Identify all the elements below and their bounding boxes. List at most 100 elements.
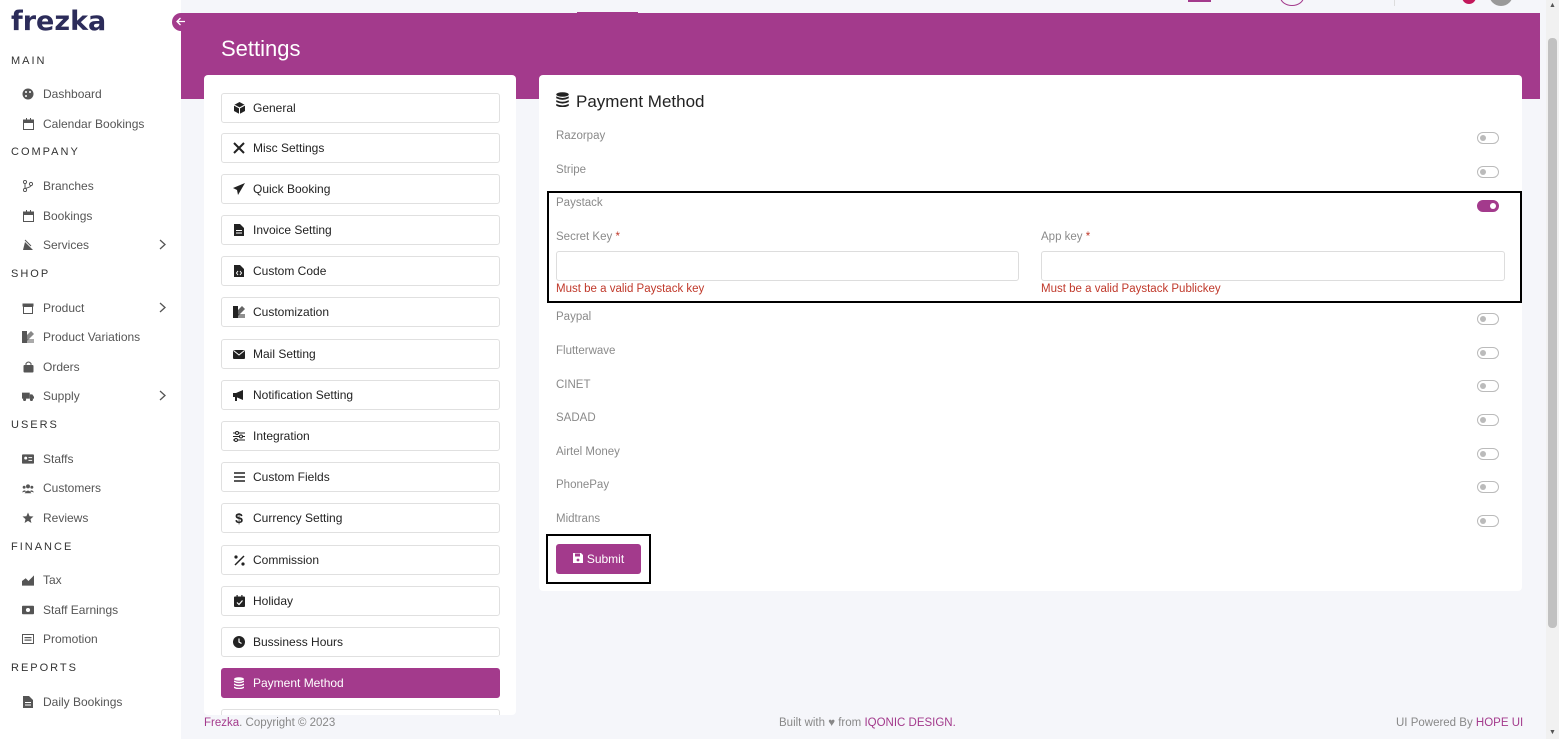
razorpay-label: Razorpay: [556, 130, 606, 142]
settings-menu-custom-fields[interactable]: Custom Fields: [221, 462, 500, 492]
coins-icon: [233, 677, 245, 689]
scrollbar-thumb[interactable]: [1548, 38, 1557, 628]
footer-built-text: Built with ♥ from: [779, 717, 865, 729]
cube-icon: [233, 102, 245, 114]
secret-key-error: Must be a valid Paystack key: [556, 283, 705, 295]
settings-menu-integration[interactable]: Integration: [221, 421, 500, 451]
sidebar-item-label: Bookings: [43, 209, 93, 223]
footer-powered-text: UI Powered By: [1396, 717, 1476, 729]
cinet-label: CINET: [556, 379, 591, 391]
sidebar-item-label: Dashboard: [43, 87, 102, 101]
page-title: Settings: [221, 36, 301, 61]
cinet-toggle[interactable]: [1477, 380, 1499, 392]
settings-menu-bussiness-hours[interactable]: Bussiness Hours: [221, 627, 500, 657]
submit-button[interactable]: Submit: [556, 544, 641, 574]
sidebar-item-staff-earnings[interactable]: Staff Earnings: [22, 600, 162, 620]
services-icon: [22, 239, 34, 251]
menu-label: Custom Code: [253, 264, 327, 278]
menu-label: Custom Fields: [253, 470, 330, 484]
paypal-label: Paypal: [556, 311, 592, 323]
sidebar-item-label: Product: [43, 301, 85, 315]
settings-menu-invoice-setting[interactable]: Invoice Setting: [221, 215, 500, 245]
settings-menu-notification-setting[interactable]: Notification Setting: [221, 380, 500, 410]
branch-icon: [22, 180, 34, 192]
sidebar-collapse-button[interactable]: [172, 13, 190, 31]
topbar-circle-icon[interactable]: [1280, 0, 1304, 6]
sidebar-item-services[interactable]: Services: [22, 235, 166, 255]
coins-icon: [555, 92, 570, 112]
stripe-toggle[interactable]: [1477, 166, 1499, 178]
sidebar-item-staffs[interactable]: Staffs: [22, 449, 162, 469]
avatar[interactable]: [1489, 0, 1513, 6]
page-scrollbar[interactable]: ▲ ▼: [1546, 0, 1559, 739]
settings-menu-misc-settings[interactable]: Misc Settings: [221, 133, 500, 163]
settings-menu-commission[interactable]: Commission: [221, 545, 500, 575]
menu-label: Quick Booking: [253, 182, 331, 196]
scroll-up-arrow-icon[interactable]: ▲: [1549, 2, 1556, 9]
sidebar-item-promotion[interactable]: Promotion: [22, 629, 162, 649]
sidebar-item-bookings[interactable]: Bookings: [22, 206, 162, 226]
calendar-icon: [22, 118, 34, 130]
sidebar-item-calendar-bookings[interactable]: Calendar Bookings: [22, 114, 162, 134]
sidebar-item-reviews[interactable]: Reviews: [22, 508, 162, 528]
footer-copyright: Frezka. Copyright © 2023: [204, 717, 335, 729]
app-key-input[interactable]: [1041, 251, 1505, 281]
sidebar-item-product[interactable]: Product: [22, 298, 166, 318]
app-logo[interactable]: frezka: [11, 6, 106, 37]
swatch-icon: [233, 306, 245, 318]
money-icon: [22, 604, 34, 616]
sidebar-item-label: Daily Bookings: [43, 695, 123, 709]
secret-key-input[interactable]: [556, 251, 1019, 281]
chevron-right-icon: [159, 239, 166, 253]
footer-iqonic-link[interactable]: IQONIC DESIGN.: [864, 717, 955, 729]
settings-menu-customization[interactable]: Customization: [221, 297, 500, 327]
menu-label: Mail Setting: [253, 347, 316, 361]
clock-icon: [233, 636, 245, 648]
scroll-down-arrow-icon[interactable]: ▼: [1549, 729, 1556, 736]
sidebar: frezka MAIN Dashboard Calendar Bookings …: [0, 0, 181, 739]
phonepay-toggle[interactable]: [1477, 481, 1499, 493]
settings-menu-currency-setting[interactable]: $ Currency Setting: [221, 503, 500, 533]
section-title-company: COMPANY: [11, 146, 80, 158]
settings-menu-custom-code[interactable]: Custom Code: [221, 256, 500, 286]
id-card-icon: [22, 453, 34, 465]
sidebar-item-label: Product Variations: [43, 330, 141, 344]
footer-brand-link[interactable]: Frezka: [204, 717, 239, 729]
flutterwave-toggle[interactable]: [1477, 347, 1499, 359]
stripe-label: Stripe: [556, 164, 587, 176]
settings-menu-holiday[interactable]: Holiday: [221, 586, 500, 616]
airtel-money-toggle[interactable]: [1477, 448, 1499, 460]
paypal-toggle[interactable]: [1477, 313, 1499, 325]
sidebar-item-product-variations[interactable]: Product Variations: [22, 327, 162, 347]
notification-badge[interactable]: [1462, 0, 1476, 4]
section-title-users: USERS: [11, 419, 59, 431]
footer-copyright-text: . Copyright © 2023: [239, 717, 336, 729]
settings-menu-next-partial[interactable]: [221, 709, 500, 715]
envelope-icon: [233, 348, 245, 360]
sidebar-item-daily-bookings[interactable]: Daily Bookings: [22, 692, 162, 712]
sidebar-item-dashboard[interactable]: Dashboard: [22, 84, 162, 104]
paystack-toggle[interactable]: [1477, 200, 1499, 212]
sidebar-item-supply[interactable]: Supply: [22, 386, 166, 406]
secret-key-label: Secret Key *: [556, 231, 620, 243]
flutterwave-label: Flutterwave: [556, 345, 616, 357]
settings-menu-mail-setting[interactable]: Mail Setting: [221, 339, 500, 369]
sidebar-item-label: Supply: [43, 389, 80, 403]
footer-hopeui-link[interactable]: HOPE UI: [1476, 717, 1523, 729]
menu-label: Misc Settings: [253, 141, 325, 155]
topbar-divider: [1394, 0, 1395, 6]
sidebar-item-orders[interactable]: Orders: [22, 357, 162, 377]
paper-plane-icon: [233, 183, 245, 195]
sidebar-item-customers[interactable]: Customers: [22, 478, 162, 498]
sidebar-item-label: Tax: [43, 573, 62, 587]
midtrans-toggle[interactable]: [1477, 515, 1499, 527]
settings-menu-general[interactable]: General: [221, 93, 500, 123]
settings-menu-quick-booking[interactable]: Quick Booking: [221, 174, 500, 204]
topbar-icon-partial[interactable]: [1188, 0, 1211, 2]
settings-menu-payment-method[interactable]: Payment Method: [221, 668, 500, 698]
sadad-toggle[interactable]: [1477, 414, 1499, 426]
sidebar-item-branches[interactable]: Branches: [22, 176, 162, 196]
sidebar-item-tax[interactable]: Tax: [22, 570, 162, 590]
razorpay-toggle[interactable]: [1477, 132, 1499, 144]
required-mark: *: [615, 231, 620, 243]
